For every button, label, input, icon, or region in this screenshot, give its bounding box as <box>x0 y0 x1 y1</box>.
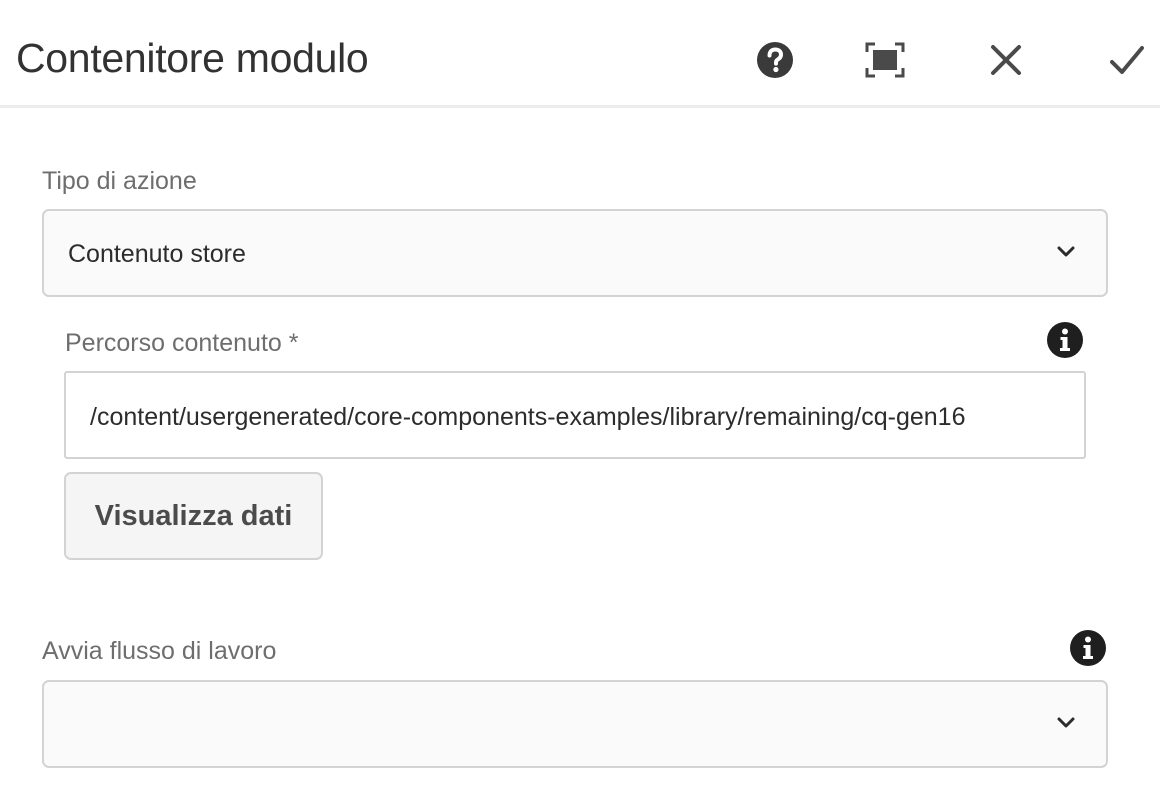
action-type-label: Tipo di azione <box>42 167 197 195</box>
chevron-down-icon <box>1057 717 1075 728</box>
info-icon[interactable] <box>1046 321 1084 359</box>
start-workflow-select[interactable] <box>42 680 1108 768</box>
dialog: Contenitore modulo Tipo di azione Conten… <box>0 0 1160 786</box>
action-type-selected-value: Contenuto store <box>68 240 246 268</box>
start-workflow-label: Avvia flusso di lavoro <box>42 637 277 665</box>
dialog-header: Contenitore modulo <box>0 0 1160 108</box>
help-button[interactable] <box>745 30 805 90</box>
chevron-down-icon <box>1057 246 1075 257</box>
checkmark-icon <box>1110 46 1144 74</box>
view-data-button[interactable]: Visualizza dati <box>64 472 323 560</box>
close-button[interactable] <box>976 30 1036 90</box>
action-type-select[interactable]: Contenuto store <box>42 209 1108 297</box>
done-button[interactable] <box>1097 30 1157 90</box>
content-path-label: Percorso contenuto * <box>65 329 299 357</box>
content-path-input[interactable]: /content/usergenerated/core-components-e… <box>64 371 1086 459</box>
close-icon <box>991 45 1021 75</box>
fullscreen-button[interactable] <box>855 30 915 90</box>
info-icon[interactable] <box>1069 629 1107 667</box>
fullscreen-icon <box>865 42 905 78</box>
dialog-title: Contenitore modulo <box>16 35 369 81</box>
content-path-value: /content/usergenerated/core-components-e… <box>90 403 966 431</box>
help-icon <box>757 42 793 78</box>
